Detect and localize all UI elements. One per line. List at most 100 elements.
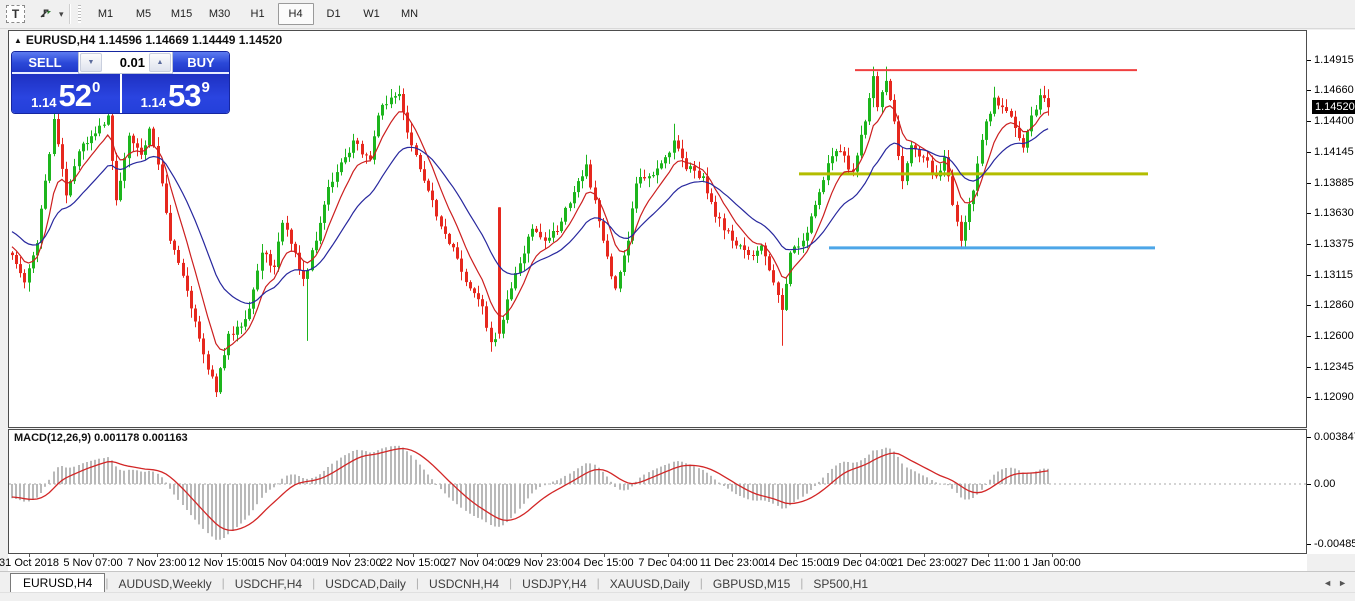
time-axis-label: 19 Dec 04:00 (827, 557, 892, 569)
time-axis-label: 22 Nov 15:00 (380, 557, 445, 569)
buy-price-prefix: 1.14 (141, 95, 166, 110)
chart-ohlc-text: EURUSD,H4 1.14596 1.14669 1.14449 1.1452… (26, 33, 282, 47)
toolbar-grip[interactable] (78, 5, 81, 23)
time-axis-label: 5 Nov 07:00 (63, 557, 122, 569)
buy-price-big: 53 (168, 81, 200, 110)
timeframe-button-mn[interactable]: MN (392, 3, 428, 25)
time-axis-label: 29 Nov 23:00 (508, 557, 573, 569)
caret-down-icon: ▼ (88, 59, 95, 66)
time-axis-label: 21 Dec 23:00 (891, 557, 956, 569)
time-axis-label: 12 Nov 15:00 (188, 557, 253, 569)
current-price-tag: 1.14520 (1312, 100, 1355, 114)
price-axis-label: 1.12600 (1314, 329, 1354, 343)
top-toolbar: T ▾ M1M5M15M30H1H4D1W1MN (0, 0, 1355, 29)
macd-axis-label: -0.004856 (1314, 537, 1355, 551)
price-axis-tick (1307, 183, 1311, 184)
volume-decrease-button[interactable]: ▼ (80, 53, 102, 72)
volume-increase-button[interactable]: ▲ (149, 53, 171, 72)
timeframe-button-h4[interactable]: H4 (278, 3, 314, 25)
one-click-trading-panel: SELL ▼ ▲ BUY 1.14 52 0 1.14 53 9 (11, 51, 230, 114)
timeframe-button-group: M1M5M15M30H1H4D1W1MN (87, 3, 429, 25)
sell-button[interactable]: SELL (12, 52, 78, 74)
price-axis[interactable]: 1.14915 1.14660 1.14400 1.14145 1.13885 1.136… (1307, 30, 1355, 554)
price-axis-label: 1.13375 (1314, 237, 1354, 251)
arrange-arrows-icon[interactable] (35, 4, 57, 24)
time-axis-label: 27 Nov 04:00 (444, 557, 509, 569)
macd-axis-label: 0.003847 (1314, 430, 1355, 444)
price-axis-label: 1.13885 (1314, 176, 1354, 190)
up-triangle-icon: ▲ (14, 36, 22, 45)
macd-axis-tick (1307, 544, 1311, 545)
time-axis-label: 11 Dec 23:00 (700, 557, 765, 569)
time-axis-label: 31 Oct 2018 (0, 557, 59, 569)
buy-button-label: BUY (187, 55, 214, 70)
sell-price-big: 52 (58, 81, 90, 110)
time-axis-label: 7 Nov 23:00 (127, 557, 186, 569)
price-axis-tick (1307, 60, 1311, 61)
chart-tab-sp500-h1[interactable]: SP500,H1 (803, 575, 878, 593)
arrange-arrows-glyph (38, 6, 54, 22)
price-axis-tick (1307, 397, 1311, 398)
price-axis-label: 1.12345 (1314, 360, 1354, 374)
price-axis-tick (1307, 336, 1311, 337)
price-axis-tick (1307, 367, 1311, 368)
chart-tab-usdcnh-h4[interactable]: USDCNH,H4 (419, 575, 509, 593)
buy-price-sup: 9 (201, 79, 209, 96)
price-axis-label: 1.13115 (1314, 268, 1353, 282)
chart-tabs: EURUSD,H4|AUDUSD,Weekly|USDCHF,H4|USDCAD… (0, 573, 878, 593)
chart-tab-bar: EURUSD,H4|AUDUSD,Weekly|USDCHF,H4|USDCAD… (0, 571, 1355, 593)
volume-control: ▼ ▲ (78, 52, 173, 74)
timeframe-button-m1[interactable]: M1 (88, 3, 124, 25)
chart-tab-usdcad-daily[interactable]: USDCAD,Daily (315, 575, 416, 593)
macd-indicator-panel[interactable] (8, 429, 1307, 554)
chart-tab-eurusd-h4[interactable]: EURUSD,H4 (10, 573, 105, 593)
macd-axis-label: 0.00 (1314, 477, 1335, 491)
price-axis-tick (1307, 275, 1311, 276)
toolbar-separator (69, 4, 71, 24)
timeframe-button-w1[interactable]: W1 (354, 3, 390, 25)
timeframe-button-d1[interactable]: D1 (316, 3, 352, 25)
timeframe-button-m15[interactable]: M15 (164, 3, 200, 25)
chart-tab-xauusd-daily[interactable]: XAUUSD,Daily (600, 575, 700, 593)
text-label-tool-icon[interactable]: T (6, 5, 25, 23)
price-axis-label: 1.14145 (1314, 145, 1354, 159)
timeframe-button-m5[interactable]: M5 (126, 3, 162, 25)
price-axis-label: 1.14400 (1314, 114, 1354, 128)
price-axis-tick (1307, 152, 1311, 153)
chart-tab-usdjpy-h4[interactable]: USDJPY,H4 (512, 575, 596, 593)
price-axis-label: 1.12860 (1314, 298, 1354, 312)
sell-price-sup: 0 (92, 79, 100, 96)
timeframe-button-m30[interactable]: M30 (202, 3, 238, 25)
price-axis-label: 1.14915 (1314, 53, 1354, 67)
price-axis-tick (1307, 90, 1311, 91)
tab-scroll-left-icon[interactable]: ◄ (1323, 578, 1332, 588)
price-axis-tick (1307, 305, 1311, 306)
time-axis-label: 14 Dec 15:00 (763, 557, 828, 569)
time-axis-label: 4 Dec 15:00 (574, 557, 633, 569)
time-axis-label: 7 Dec 04:00 (638, 557, 697, 569)
tab-scroll-right-icon[interactable]: ► (1338, 578, 1347, 588)
price-axis-label: 1.12090 (1314, 390, 1354, 404)
chart-tab-usdchf-h4[interactable]: USDCHF,H4 (225, 575, 312, 593)
time-axis-label: 19 Nov 23:00 (316, 557, 381, 569)
caret-up-icon: ▲ (157, 59, 164, 66)
chart-tab-gbpusd-m15[interactable]: GBPUSD,M15 (703, 575, 800, 593)
chart-tab-audusd-weekly[interactable]: AUDUSD,Weekly (108, 575, 221, 593)
macd-axis-tick (1307, 484, 1311, 485)
price-axis-label: 1.13630 (1314, 206, 1354, 220)
buy-button[interactable]: BUY (173, 52, 229, 74)
time-axis-label: 15 Nov 04:00 (252, 557, 317, 569)
buy-price-button[interactable]: 1.14 53 9 (122, 74, 230, 113)
time-axis-label: 27 Dec 11:00 (956, 557, 1021, 569)
timeframe-button-h1[interactable]: H1 (240, 3, 276, 25)
volume-input[interactable] (103, 52, 148, 73)
macd-canvas[interactable] (9, 430, 1306, 553)
price-axis-tick (1307, 244, 1311, 245)
price-axis-label: 1.14660 (1314, 83, 1354, 97)
dropdown-caret-icon[interactable]: ▾ (59, 9, 64, 20)
macd-title: MACD(12,26,9) 0.001178 0.001163 (14, 432, 188, 444)
sell-price-button[interactable]: 1.14 52 0 (12, 74, 120, 113)
macd-axis-tick (1307, 437, 1311, 438)
time-axis[interactable]: 31 Oct 20185 Nov 07:007 Nov 23:0012 Nov … (8, 554, 1307, 571)
sell-price-prefix: 1.14 (31, 95, 56, 110)
